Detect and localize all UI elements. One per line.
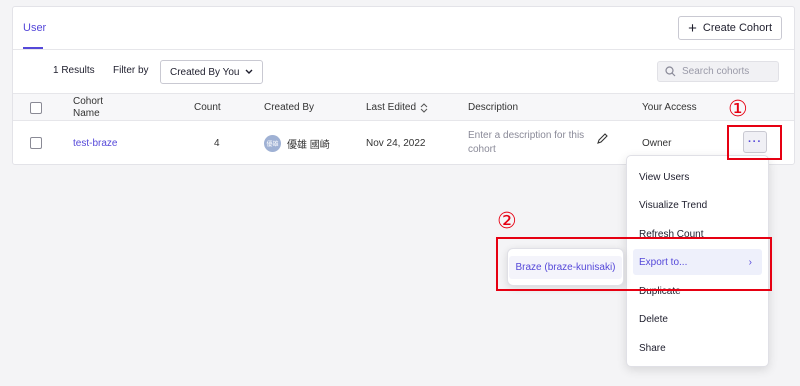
filter-value: Created By You <box>170 66 240 78</box>
col-last-edited[interactable]: Last Edited <box>366 94 428 122</box>
menu-item-share[interactable]: Share <box>633 335 762 361</box>
cohort-name-link[interactable]: test-braze <box>73 121 117 165</box>
menu-item-view-users[interactable]: View Users <box>633 164 762 190</box>
table-header: Cohort Name Count Created By Last Edited… <box>13 93 794 121</box>
tabs-divider <box>13 49 794 50</box>
pencil-icon[interactable] <box>596 132 609 145</box>
menu-item-delete[interactable]: Delete <box>633 306 762 332</box>
avatar: 優雄 <box>264 134 281 152</box>
col-count[interactable]: Count <box>194 94 221 122</box>
row-checkbox-cell[interactable] <box>30 121 42 165</box>
create-cohort-label: Create Cohort <box>702 22 772 34</box>
cohorts-panel: User + Create Cohort 1 Results Filter by… <box>12 6 795 165</box>
filter-dropdown[interactable]: Created By You <box>160 60 263 84</box>
col-last-edited-label: Last Edited <box>366 102 417 113</box>
annotation-marker-2: ② <box>497 209 517 234</box>
last-edited-date: Nov 24, 2022 <box>366 137 426 149</box>
col-description: Description <box>468 102 519 113</box>
col-created-by[interactable]: Created By <box>264 94 314 122</box>
tab-user[interactable]: User <box>23 7 46 49</box>
highlight-box-export <box>496 237 772 291</box>
cohort-count: 4 <box>214 137 220 149</box>
menu-item-visualize-trend[interactable]: Visualize Trend <box>633 192 762 218</box>
create-cohort-button[interactable]: + Create Cohort <box>678 16 782 40</box>
select-all-checkbox[interactable] <box>30 102 42 114</box>
results-count: 1 Results <box>53 65 95 76</box>
description-cell[interactable]: Enter a description for this cohort <box>468 121 609 165</box>
created-by-cell: 優雄 優雄 國崎 <box>264 121 330 165</box>
col-your-access: Your Access <box>642 102 697 113</box>
description-placeholder[interactable]: Enter a description for this cohort <box>468 129 590 157</box>
plus-icon: + <box>688 19 697 37</box>
sort-icon <box>420 103 428 113</box>
search-icon <box>665 66 676 77</box>
highlight-box-more <box>727 125 782 160</box>
search-input[interactable] <box>682 66 772 77</box>
select-all-checkbox-cell[interactable] <box>30 94 42 122</box>
row-checkbox[interactable] <box>30 137 42 149</box>
filter-label: Filter by <box>113 65 149 76</box>
created-by-name: 優雄 國崎 <box>287 139 330 151</box>
chevron-down-icon <box>245 69 252 74</box>
search-box[interactable] <box>657 61 779 82</box>
tab-user-label: User <box>23 22 47 34</box>
col-cohort-name[interactable]: Cohort Name <box>73 94 133 122</box>
annotation-marker-1: ① <box>728 97 748 122</box>
